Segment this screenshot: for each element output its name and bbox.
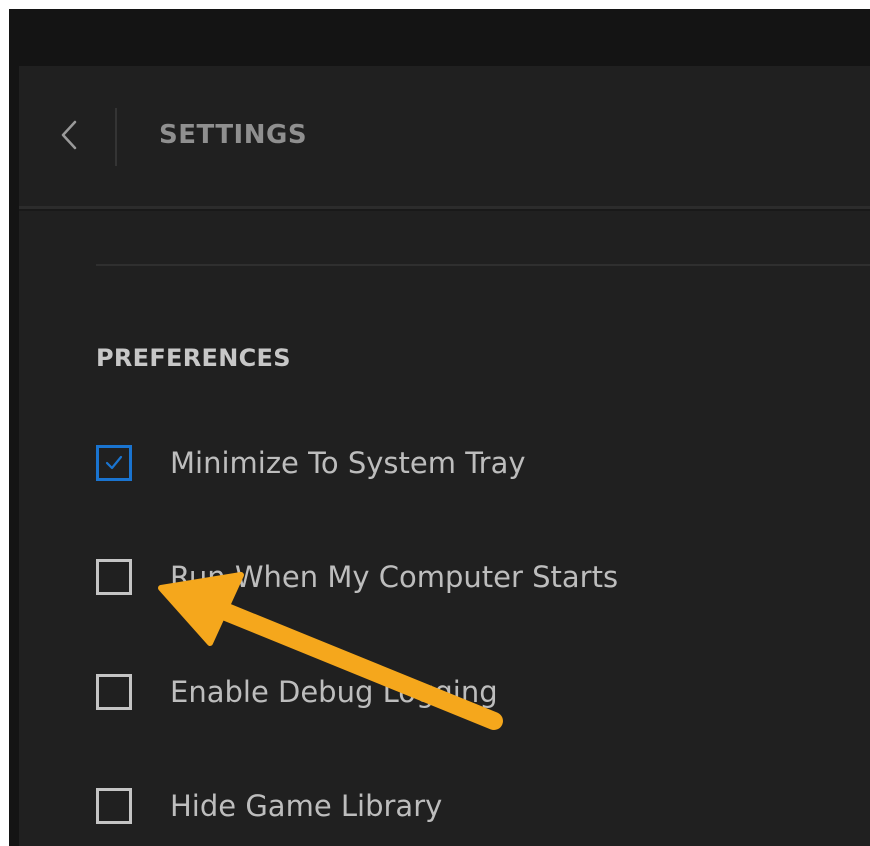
- checkbox-run-when-computer-starts[interactable]: [96, 559, 132, 595]
- option-label: Hide Game Library: [170, 789, 443, 823]
- header-divider: [115, 108, 117, 166]
- header: SETTINGS: [19, 66, 870, 209]
- checkbox-hide-game-library[interactable]: [96, 788, 132, 824]
- checkbox-enable-debug-logging[interactable]: [96, 674, 132, 710]
- option-label: Minimize To System Tray: [170, 446, 526, 480]
- page-title: SETTINGS: [159, 120, 308, 150]
- option-run-when-computer-starts[interactable]: Run When My Computer Starts: [96, 557, 618, 597]
- screen: SETTINGS PREFERENCES Minimize To System …: [9, 9, 870, 846]
- option-minimize-to-system-tray[interactable]: Minimize To System Tray: [96, 443, 526, 483]
- option-enable-debug-logging[interactable]: Enable Debug Logging: [96, 672, 498, 712]
- option-hide-game-library[interactable]: Hide Game Library: [96, 786, 442, 826]
- chevron-left-icon: [61, 120, 77, 150]
- settings-window: SETTINGS PREFERENCES Minimize To System …: [19, 66, 870, 846]
- section-title-preferences: PREFERENCES: [96, 344, 291, 372]
- content-divider: [96, 264, 870, 266]
- checkmark-icon: [105, 455, 123, 470]
- option-label: Enable Debug Logging: [170, 675, 498, 709]
- option-label: Run When My Computer Starts: [170, 560, 619, 594]
- back-button[interactable]: [57, 118, 83, 152]
- checkbox-minimize-to-system-tray[interactable]: [96, 445, 132, 481]
